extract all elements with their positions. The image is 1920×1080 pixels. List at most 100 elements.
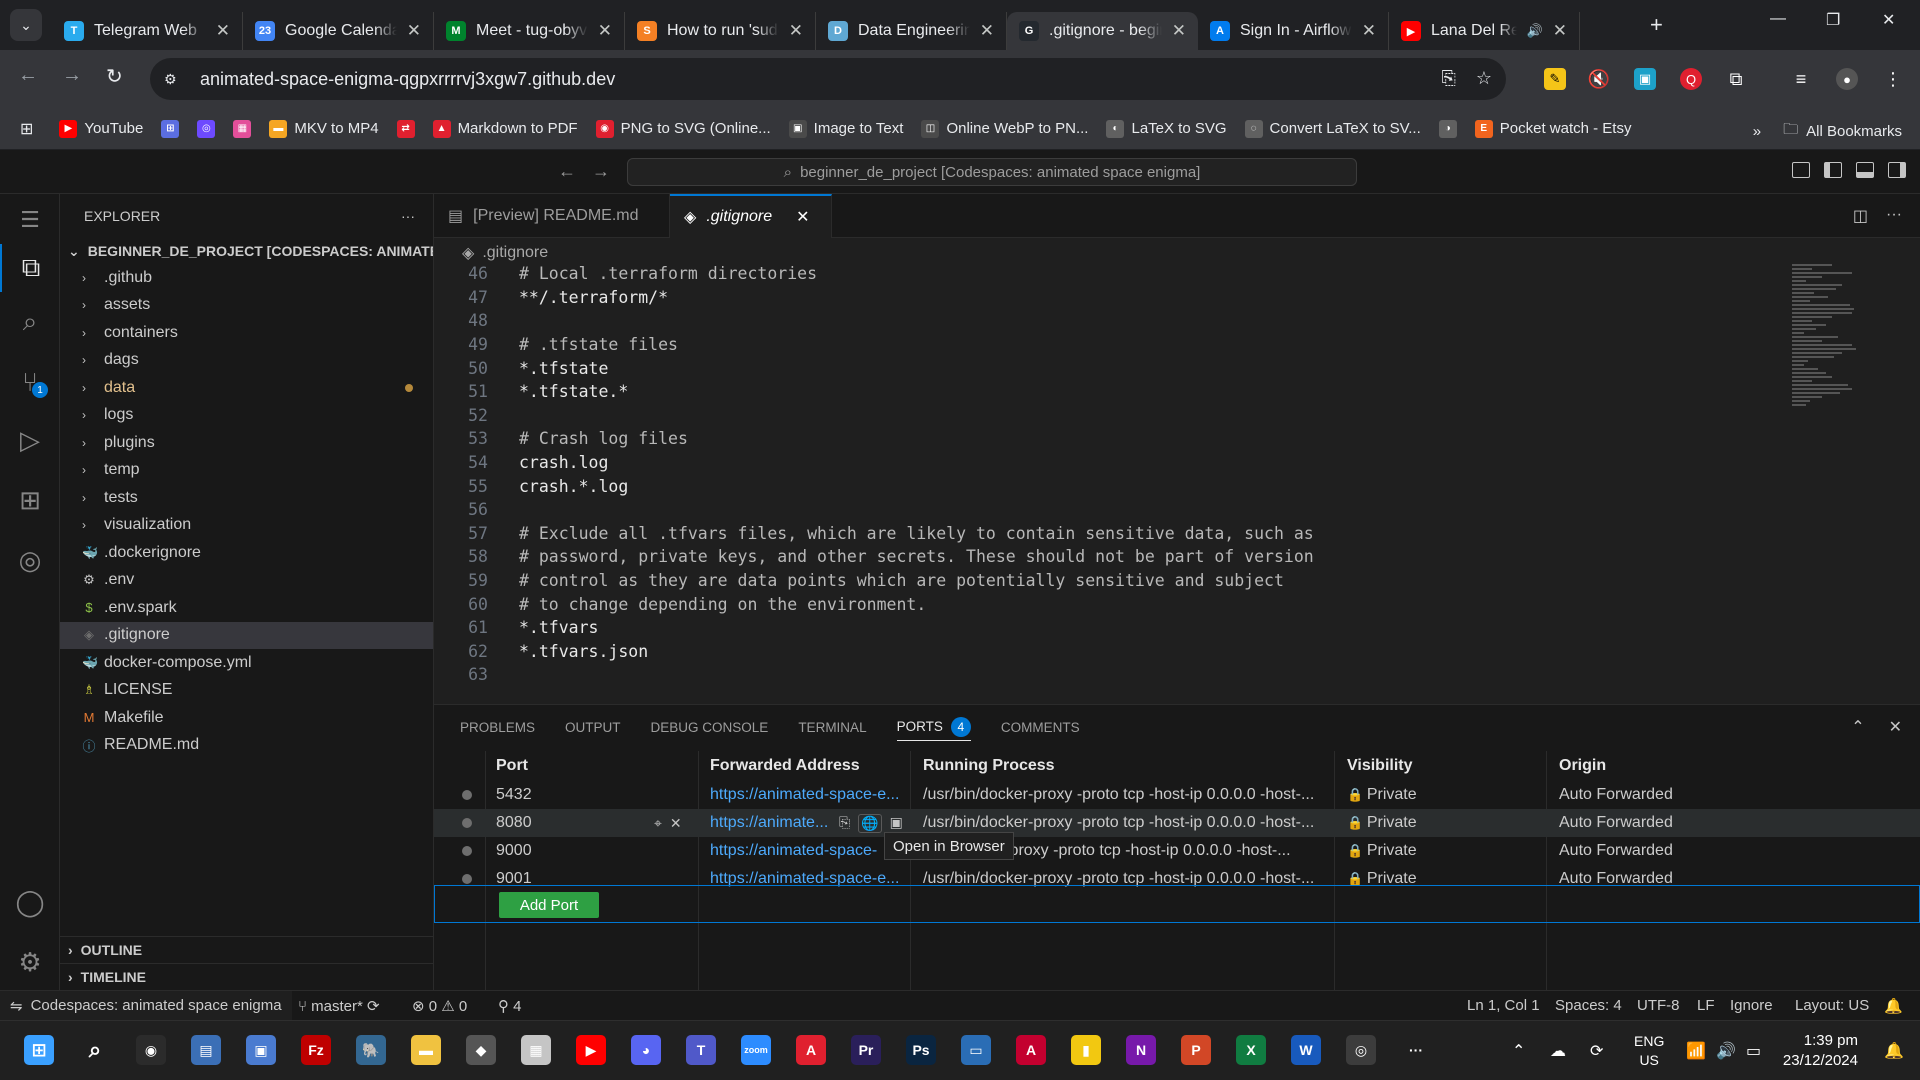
teams-icon[interactable]: T	[686, 1035, 716, 1065]
go-back-icon[interactable]: ←	[558, 161, 576, 182]
close-tab-icon[interactable]: ✕	[796, 207, 809, 227]
file-item[interactable]: ◈ .gitignore	[60, 621, 433, 649]
workspace-root[interactable]: ⌄ BEGINNER_DE_PROJECT [CODESPACES: ANIMA…	[60, 238, 433, 264]
add-port-button[interactable]: Add Port	[499, 892, 599, 918]
close-tab-icon[interactable]: ✕	[1553, 21, 1567, 41]
file-item[interactable]: ⚙ .env	[60, 567, 433, 595]
clock[interactable]: 1:39 pm 23/12/2024	[1783, 1031, 1858, 1071]
split-editor-icon[interactable]: ◫	[1853, 206, 1868, 226]
column-visibility[interactable]: Visibility	[1347, 757, 1547, 775]
browser-tab[interactable]: G .gitignore - begin ✕	[1007, 12, 1198, 50]
folder-item[interactable]: › visualization	[60, 512, 433, 540]
start-windows-icon[interactable]: ⊞	[24, 1035, 54, 1065]
folder-item[interactable]: › .github	[60, 264, 433, 292]
visibility-cell[interactable]: 🔒 Private	[1347, 814, 1547, 832]
bookmark-item[interactable]: ▣ Image to Text	[788, 119, 903, 138]
wifi-icon[interactable]: 📶	[1686, 1041, 1706, 1061]
word-icon[interactable]: W	[1291, 1035, 1321, 1065]
panel-tab-comments[interactable]: COMMENTS	[1001, 713, 1080, 741]
browser-tab[interactable]: T Telegram Web ✕	[52, 12, 243, 50]
remote-indicator[interactable]: ⇋ Codespaces: animated space enigma	[0, 991, 292, 1020]
file-item[interactable]: ♗ LICENSE	[60, 677, 433, 705]
panel-tab-ports[interactable]: PORTS 4	[896, 713, 971, 741]
ports-indicator[interactable]: ⚲ 4	[498, 997, 522, 1015]
install-app-icon[interactable]: ⎘	[1441, 68, 1455, 89]
port-number[interactable]: 5432	[496, 786, 656, 804]
media-controls-icon[interactable]: ≡	[1790, 68, 1812, 90]
browser-tab[interactable]: D Data Engineering ✕	[816, 12, 1007, 50]
onenote-icon[interactable]: N	[1126, 1035, 1156, 1065]
bookmark-item[interactable]: ◎	[197, 119, 216, 138]
globe-open-browser-icon[interactable]: 🌐	[858, 813, 882, 833]
forwarded-address-link[interactable]: https://animated-space-e...	[710, 786, 900, 804]
port-row[interactable]: 8080 https://animate.../usr/bin/docker-pr…	[434, 809, 1920, 837]
column-port[interactable]: Port	[496, 757, 656, 775]
extension-icon[interactable]: ▣	[1634, 68, 1656, 90]
folder-item[interactable]: › assets	[60, 292, 433, 320]
manage-gear-icon[interactable]: ⚙	[0, 938, 60, 986]
obs-icon[interactable]: ◉	[136, 1035, 166, 1065]
site-settings-icon[interactable]: ⚙	[164, 71, 186, 88]
onedrive-cloud-icon[interactable]: ☁	[1550, 1041, 1566, 1061]
volume-icon[interactable]: 🔊	[1716, 1041, 1736, 1061]
new-tab-button[interactable]: +	[1650, 12, 1663, 38]
apps-grid-icon[interactable]: ⊞	[20, 119, 33, 139]
panel-tab-output[interactable]: OUTPUT	[565, 713, 621, 741]
timeline-section[interactable]: › TIMELINE	[60, 963, 434, 990]
folder-item[interactable]: › data	[60, 374, 433, 402]
notification-center-icon[interactable]: 🔔	[1884, 1041, 1904, 1061]
powerpoint-icon[interactable]: P	[1181, 1035, 1211, 1065]
zoom-icon[interactable]: zoom	[741, 1035, 771, 1065]
discord-icon[interactable]: ◕	[631, 1035, 661, 1065]
folder-item[interactable]: › dags	[60, 347, 433, 375]
toggle-secondary-sidebar-icon[interactable]	[1888, 162, 1906, 178]
accounts-icon[interactable]: ◯	[0, 878, 60, 926]
tab-gitignore[interactable]: ◈ .gitignore ✕	[670, 194, 832, 238]
bookmark-item[interactable]: ◉ PNG to SVG (Online...	[595, 119, 771, 138]
file-explorer-icon[interactable]: ▬	[411, 1035, 441, 1065]
breadcrumb-file[interactable]: .gitignore	[482, 244, 548, 262]
menu-icon[interactable]: ☰	[0, 196, 60, 244]
bookmark-item[interactable]: E Pocket watch - Etsy	[1474, 119, 1631, 138]
stop-forwarding-icon[interactable]: ✕	[670, 815, 682, 832]
file-item[interactable]: 🐳 .dockerignore	[60, 539, 433, 567]
chrome-icon[interactable]: ◎	[1346, 1035, 1376, 1065]
github-icon[interactable]: ◎	[0, 536, 60, 584]
close-tab-icon[interactable]: ✕	[789, 21, 803, 41]
app-window-icon[interactable]: ▭	[961, 1035, 991, 1065]
column-running-process[interactable]: Running Process	[923, 757, 1333, 775]
folder-item[interactable]: › tests	[60, 484, 433, 512]
bookmark-item[interactable]: ◐ LaTeX to SVG	[1106, 119, 1227, 138]
bookmark-item[interactable]: ▲ Markdown to PDF	[432, 119, 578, 138]
more-bookmarks-icon[interactable]: »	[1753, 123, 1761, 140]
forward-button[interactable]: →	[62, 64, 82, 87]
label-tag-icon[interactable]: ⌖	[654, 815, 662, 832]
browser-tab[interactable]: 23 Google Calendar ✕	[243, 12, 434, 50]
bookmark-item[interactable]: ▬ MKV to MP4	[269, 119, 379, 138]
problems-indicator[interactable]: ⊗ 0 ⚠ 0	[412, 997, 467, 1015]
photoshop-icon[interactable]: Ps	[906, 1035, 936, 1065]
customize-layout-icon[interactable]	[1792, 162, 1810, 178]
tab-search-button[interactable]: ⌄	[10, 9, 42, 41]
toggle-sidebar-icon[interactable]	[1824, 162, 1842, 178]
all-bookmarks-button[interactable]: 🗀 All Bookmarks	[1783, 119, 1902, 144]
panel-tab-debug-console[interactable]: DEBUG CONSOLE	[651, 713, 769, 741]
branch-indicator[interactable]: ⑂ master* ⟳	[298, 997, 380, 1015]
port-number[interactable]: 9000	[496, 842, 656, 860]
column-forwarded-address[interactable]: Forwarded Address	[710, 757, 900, 775]
maximize-panel-icon[interactable]: ⌃	[1851, 717, 1864, 737]
browser-tab[interactable]: A Sign In - Airflow ✕	[1198, 12, 1389, 50]
notifications-bell-icon[interactable]: 🔔	[1884, 997, 1903, 1015]
language-mode[interactable]: Ignore	[1730, 997, 1773, 1014]
acrobat-icon[interactable]: A	[796, 1035, 826, 1065]
url-text[interactable]: animated-space-enigma-qgpxrrrrvj3xgw7.gi…	[200, 69, 615, 90]
extensions-icon[interactable]: ⊞	[0, 476, 60, 524]
tab-readme-preview[interactable]: ▤ [Preview] README.md	[434, 194, 670, 238]
port-number[interactable]: 8080	[496, 814, 656, 832]
battery-icon[interactable]: ▭	[1746, 1041, 1761, 1061]
close-panel-icon[interactable]: ✕	[1889, 717, 1902, 737]
panel-tab-terminal[interactable]: TERMINAL	[798, 713, 866, 741]
bookmark-item[interactable]: ⇄	[396, 119, 415, 138]
extensions-puzzle-icon[interactable]: ⧉	[1725, 68, 1747, 90]
sync-icon[interactable]: ⟳	[367, 998, 380, 1015]
